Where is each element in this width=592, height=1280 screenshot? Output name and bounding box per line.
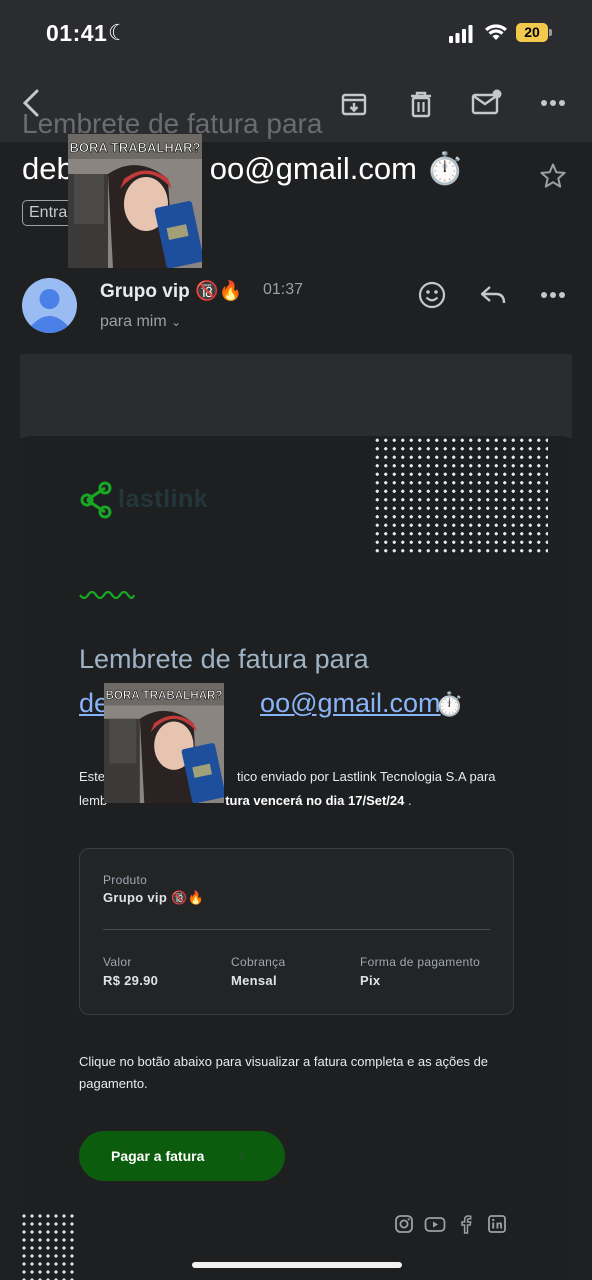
decorative-dot-grid-bottom: [20, 1212, 75, 1280]
linkedin-icon[interactable]: [487, 1214, 507, 1234]
value-label: Valor: [103, 955, 132, 969]
pay-invoice-button[interactable]: Pagar a fatura ›: [79, 1131, 285, 1181]
sent-time: 01:37: [263, 281, 304, 298]
star-icon[interactable]: [537, 160, 569, 192]
billing-value: Mensal: [231, 973, 277, 988]
facebook-icon[interactable]: [456, 1214, 476, 1234]
product-label: Produto: [103, 873, 148, 887]
moon-icon: ☾: [108, 20, 128, 45]
archive-icon[interactable]: [338, 88, 370, 120]
product-value: Grupo vip 🔞🔥: [103, 890, 204, 905]
payment-method-label: Forma de pagamento: [360, 955, 481, 969]
battery-tip: [549, 29, 552, 36]
payment-method-value: Pix: [360, 973, 381, 988]
status-time: 01:41: [46, 20, 108, 46]
email-preheader-area: [20, 354, 572, 438]
sticker-caption: BORA TRABALHAR?: [70, 140, 201, 155]
trash-icon[interactable]: [405, 88, 437, 120]
instagram-icon[interactable]: [394, 1214, 414, 1234]
sender-name[interactable]: Grupo vip 🔞🔥: [100, 279, 242, 303]
sticker-image: BORA TRABALHAR?: [68, 134, 202, 268]
lastlink-logo-text: lastlink: [118, 485, 209, 513]
instruction-text: Clique no botão abaixo para visualizar a…: [79, 1054, 489, 1091]
mark-unread-icon[interactable]: [470, 86, 504, 120]
sticker-image-inline: BORA TRABALHAR?: [104, 683, 224, 803]
stopwatch-icon: ⏱️: [435, 691, 464, 717]
billing-label: Cobrança: [231, 955, 286, 969]
battery-indicator: 20: [516, 23, 548, 42]
sticker-caption-inline: BORA TRABALHAR?: [105, 689, 222, 702]
lastlink-logo-icon: [79, 480, 113, 525]
recipient-details-toggle[interactable]: para mim ⌄: [100, 313, 181, 331]
recipient-label: para mim: [100, 313, 167, 330]
value-amount: R$ 29.90: [103, 973, 159, 988]
wave-divider-icon: [79, 590, 135, 600]
decorative-dot-grid: [373, 436, 548, 554]
message-more-icon[interactable]: [538, 280, 568, 310]
wifi-icon: [485, 24, 507, 40]
emoji-reaction-icon[interactable]: [416, 279, 448, 311]
back-arrow-icon[interactable]: [16, 88, 46, 118]
cellular-signal-icon: [449, 25, 473, 43]
details-divider: [103, 929, 490, 930]
youtube-icon[interactable]: [424, 1214, 446, 1234]
avatar[interactable]: [22, 278, 77, 333]
chevron-right-icon: ›: [238, 1147, 244, 1164]
chevron-down-icon: ⌄: [171, 315, 182, 329]
reply-icon[interactable]: [477, 280, 509, 310]
home-indicator[interactable]: [192, 1262, 402, 1268]
pay-invoice-label: Pagar a fatura: [111, 1148, 205, 1164]
more-options-icon[interactable]: [538, 88, 568, 118]
email-heading: Lembrete de fatura para: [79, 644, 369, 674]
